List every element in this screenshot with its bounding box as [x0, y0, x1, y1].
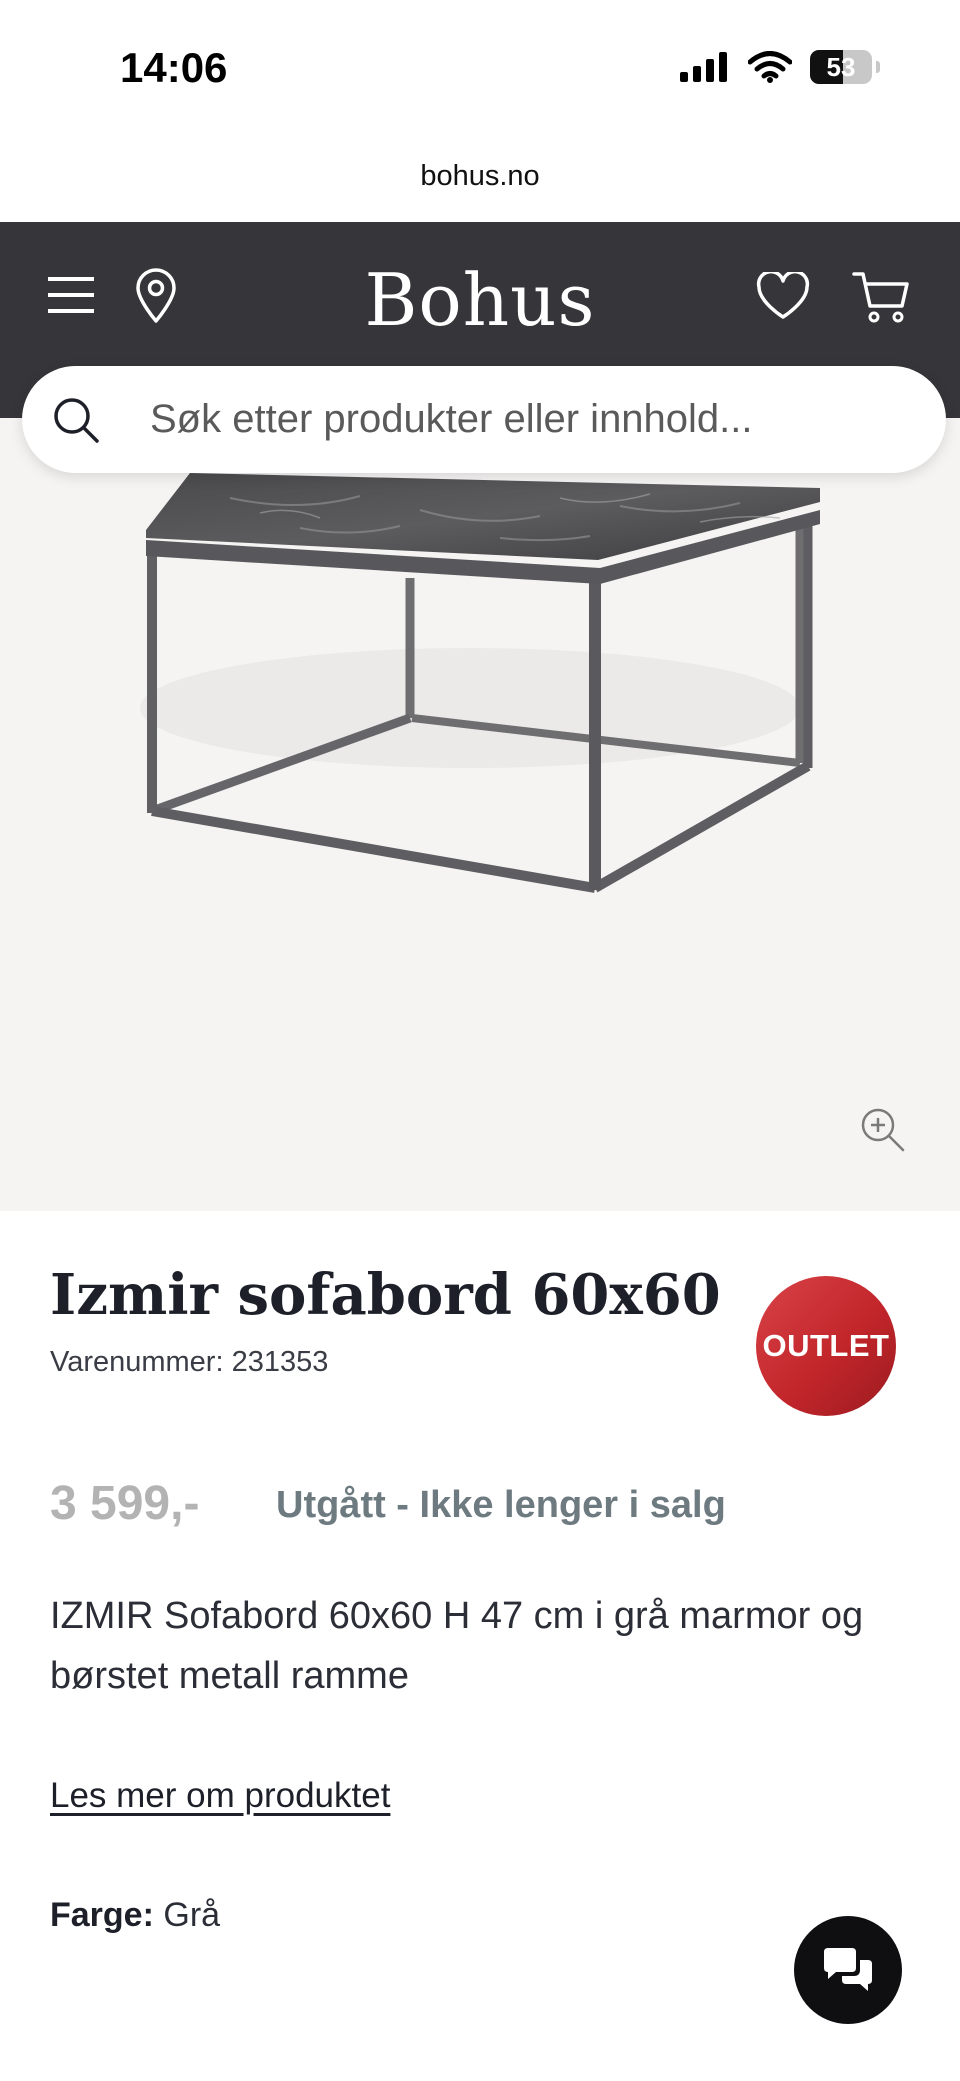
cart-icon[interactable] — [852, 270, 910, 324]
search-icon[interactable] — [52, 396, 100, 444]
sku-value: 231353 — [231, 1346, 329, 1378]
chat-icon — [824, 1948, 872, 1991]
product-price: 3 599,- — [50, 1477, 200, 1530]
heart-icon[interactable] — [756, 272, 810, 320]
outlet-badge-label: OUTLET — [762, 1328, 890, 1363]
search-input[interactable] — [148, 396, 872, 443]
site-logo[interactable]: Bohus — [0, 258, 960, 342]
wifi-icon — [748, 51, 792, 83]
color-value: Grå — [163, 1896, 221, 1934]
address-bar[interactable]: bohus.no — [0, 160, 960, 193]
color-label: Farge: — [50, 1896, 154, 1934]
battery-tip — [876, 61, 880, 73]
search-bar[interactable] — [22, 366, 946, 473]
status-icons: 53 — [680, 50, 880, 84]
product-sku: Varenummer: 231353 — [50, 1346, 328, 1379]
product-title: Izmir sofabord 60x60 — [50, 1262, 721, 1328]
read-more-link[interactable]: Les mer om produktet — [50, 1776, 390, 1816]
status-bar: 14:06 53 — [0, 0, 960, 140]
sku-label: Varenummer: — [50, 1346, 224, 1378]
availability-status: Utgått - Ikke lenger i salg — [276, 1484, 726, 1526]
outlet-badge: OUTLET — [756, 1276, 896, 1416]
zoom-in-icon[interactable] — [860, 1107, 906, 1153]
battery-level: 53 — [826, 51, 856, 82]
battery-indicator: 53 — [810, 50, 872, 84]
product-description: IZMIR Sofabord 60x60 H 47 cm i grå marmo… — [50, 1595, 864, 1697]
product-image[interactable] — [0, 418, 960, 1211]
color-row: Farge: Grå — [50, 1896, 220, 1935]
status-time: 14:06 — [120, 44, 228, 91]
coffee-table-image — [140, 473, 820, 893]
chat-button[interactable] — [794, 1916, 902, 2024]
signal-icon — [680, 52, 727, 82]
